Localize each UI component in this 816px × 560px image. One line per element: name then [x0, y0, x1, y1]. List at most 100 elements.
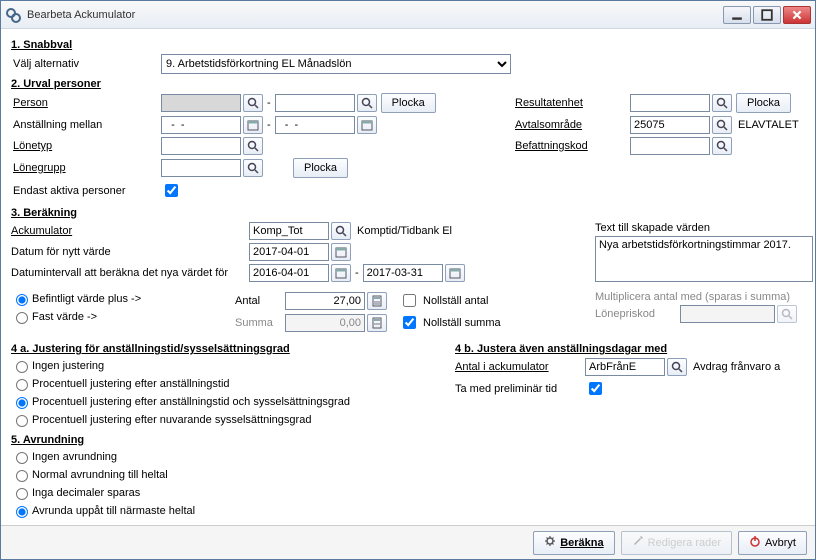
close-button[interactable] — [783, 6, 811, 24]
anst-label: Anställning mellan — [11, 119, 161, 131]
anst-from-input[interactable] — [161, 116, 241, 134]
search-icon[interactable] — [712, 137, 732, 155]
ack-label[interactable]: Ackumulator — [11, 225, 249, 237]
window-title: Bearbeta Ackumulator — [27, 9, 723, 21]
search-icon[interactable] — [331, 222, 351, 240]
endast-label: Endast aktiva personer — [11, 185, 161, 197]
avtal-label[interactable]: Avtalsområde — [515, 119, 630, 131]
interval-to-input[interactable] — [363, 264, 443, 282]
fast-radio-label: Fast värde -> — [32, 311, 97, 323]
summa-input — [285, 314, 365, 332]
calculator-icon[interactable] — [367, 292, 387, 310]
anst-to-input[interactable] — [275, 116, 355, 134]
calendar-icon[interactable] — [357, 116, 377, 134]
app-window: Bearbeta Ackumulator 1. Snabbval Välj al… — [0, 0, 816, 560]
antal-label: Antal — [235, 295, 285, 307]
search-icon[interactable] — [712, 116, 732, 134]
calendar-icon[interactable] — [243, 116, 263, 134]
person-from-input[interactable] — [161, 94, 241, 112]
titlebar: Bearbeta Ackumulator — [1, 1, 815, 29]
antal-ack-input[interactable] — [585, 358, 665, 376]
search-icon[interactable] — [667, 358, 687, 376]
endast-checkbox[interactable] — [165, 184, 178, 197]
interval-label: Datumintervall att beräkna det nya värde… — [11, 267, 249, 279]
search-icon[interactable] — [243, 137, 263, 155]
datum-input[interactable] — [249, 243, 329, 261]
justering-opt2-radio[interactable] — [16, 379, 28, 391]
search-icon[interactable] — [357, 94, 377, 112]
justering-opt3-radio[interactable] — [16, 397, 28, 409]
lonegrupp-input[interactable] — [161, 159, 241, 177]
redigera-button: Redigera rader — [621, 531, 732, 555]
mult-label: Multiplicera antal med (sparas i summa) — [595, 291, 815, 303]
plocka-button[interactable]: Plocka — [736, 93, 791, 113]
loneprisk-input — [680, 305, 775, 323]
content-panel: 1. Snabbval Välj alternativ 9. Arbetstid… — [1, 29, 815, 525]
section5-heading: 5. Avrundning — [11, 434, 805, 446]
calendar-icon[interactable] — [331, 243, 351, 261]
section2-heading: 2. Urval personer — [11, 78, 805, 90]
power-icon — [749, 535, 761, 550]
prelim-checkbox[interactable] — [589, 382, 602, 395]
section4a-heading: 4 a. Justering för anställningstid/sysse… — [11, 343, 431, 355]
calculator-icon[interactable] — [367, 314, 387, 332]
lonegrupp-label[interactable]: Lönegrupp — [11, 162, 161, 174]
antal-input[interactable] — [285, 292, 365, 310]
justering-opt4-radio[interactable] — [16, 415, 28, 427]
search-icon[interactable] — [243, 159, 263, 177]
resultat-input[interactable] — [630, 94, 710, 112]
justering-opt1-radio[interactable] — [16, 361, 28, 373]
calendar-icon[interactable] — [445, 264, 465, 282]
befintligt-radio[interactable] — [16, 294, 28, 306]
app-icon — [5, 7, 21, 23]
fast-radio[interactable] — [16, 312, 28, 324]
avrund-opt4-radio[interactable] — [16, 506, 28, 518]
section4b-heading: 4 b. Justera även anställningsdagar med — [455, 343, 780, 355]
search-icon[interactable] — [712, 94, 732, 112]
avbryt-button[interactable]: Avbryt — [738, 531, 807, 555]
befintligt-radio-label: Befintligt värde plus -> — [32, 293, 141, 305]
avrund-opt3-radio[interactable] — [16, 488, 28, 500]
lonetyp-label[interactable]: Lönetyp — [11, 140, 161, 152]
nollstall-antal-checkbox[interactable] — [403, 294, 416, 307]
summa-label: Summa — [235, 317, 285, 329]
gear-icon — [544, 535, 556, 550]
person-label[interactable]: Person — [11, 97, 161, 109]
plocka-button[interactable]: Plocka — [381, 93, 436, 113]
antal-ack-description: Avdrag frånvaro a — [693, 361, 780, 373]
plocka-button[interactable]: Plocka — [293, 158, 348, 178]
befatt-label[interactable]: Befattningskod — [515, 140, 630, 152]
prelim-label: Ta med preliminär tid — [455, 383, 585, 395]
person-to-input[interactable] — [275, 94, 355, 112]
avrund-opt1-radio[interactable] — [16, 452, 28, 464]
alt-select[interactable]: 9. Arbetstidsförkortning EL Månadslön — [161, 54, 511, 74]
antal-ack-label[interactable]: Antal i ackumulator — [455, 361, 585, 373]
avtal-input[interactable] — [630, 116, 710, 134]
section3-heading: 3. Beräkning — [11, 207, 805, 219]
nollstall-summa-label: Nollställ summa — [423, 317, 501, 329]
ack-description: Komptid/Tidbank El — [357, 225, 452, 237]
minimize-button[interactable] — [723, 6, 751, 24]
text-label: Text till skapade värden — [595, 222, 815, 234]
loneprisk-label: Lönepriskod — [595, 308, 680, 320]
search-icon[interactable] — [243, 94, 263, 112]
lonetyp-input[interactable] — [161, 137, 241, 155]
alt-label: Välj alternativ — [11, 58, 161, 70]
berakna-button[interactable]: Beräkna — [533, 531, 614, 555]
nollstall-summa-checkbox[interactable] — [403, 316, 416, 329]
calendar-icon[interactable] — [331, 264, 351, 282]
text-textarea[interactable]: Nya arbetstidsförkortningstimmar 2017. — [595, 236, 813, 282]
avrund-opt2-radio[interactable] — [16, 470, 28, 482]
befatt-input[interactable] — [630, 137, 710, 155]
interval-from-input[interactable] — [249, 264, 329, 282]
avtal-description: ELAVTALET — [738, 119, 799, 131]
maximize-button[interactable] — [753, 6, 781, 24]
ack-input[interactable] — [249, 222, 329, 240]
section1-heading: 1. Snabbval — [11, 39, 805, 51]
edit-icon — [632, 535, 644, 550]
nollstall-antal-label: Nollställ antal — [423, 295, 488, 307]
datum-label: Datum för nytt värde — [11, 246, 249, 258]
footer-toolbar: Beräkna Redigera rader Avbryt — [1, 525, 815, 559]
search-icon — [777, 305, 797, 323]
resultat-label[interactable]: Resultatenhet — [515, 97, 630, 109]
